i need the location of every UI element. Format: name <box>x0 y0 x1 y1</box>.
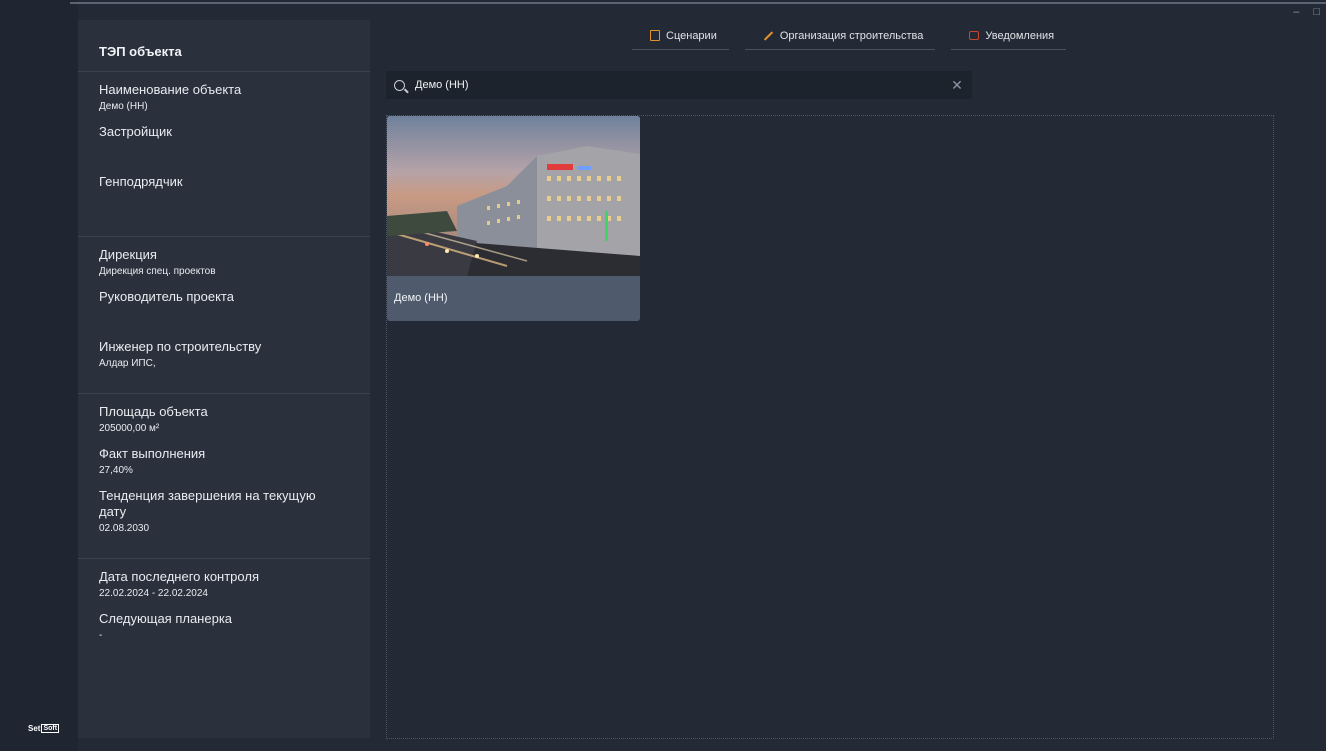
field-value: Демо (НН) <box>99 101 148 112</box>
field-value: 27,40% <box>99 465 133 476</box>
tab-label: Сценарии <box>666 29 717 42</box>
top-tabs: Сценарии Организация строительства Уведо… <box>632 22 1067 50</box>
section-object: Наименование объекта Демо (НН) Застройщи… <box>78 72 370 237</box>
minimize-button[interactable]: – <box>1293 6 1299 18</box>
section-management: Дирекция Дирекция спец. проектов Руковод… <box>78 237 370 394</box>
maximize-button[interactable]: □ <box>1313 6 1320 18</box>
project-info-sidebar: ТЭП объекта Наименование объекта Демо (Н… <box>78 20 370 738</box>
tab-label: Уведомления <box>985 29 1055 42</box>
projects-grid: Демо (НН) <box>386 115 1274 739</box>
building-photo-illustration <box>387 116 640 276</box>
field-completion-trend: Тенденция завершения на текущую дату 02.… <box>99 488 334 536</box>
tab-construction-organization[interactable]: Организация строительства <box>744 22 936 50</box>
section-progress: Площадь объекта 205000,00 м² Факт выполн… <box>78 394 370 559</box>
field-label: Генподрядчик <box>99 174 183 189</box>
tab-label: Организация строительства <box>779 29 924 42</box>
logo-text: Set <box>28 724 41 733</box>
search-icon <box>394 79 405 91</box>
search-bar: ✕ <box>386 71 972 99</box>
top-divider <box>70 2 1326 4</box>
field-project-manager: Руководитель проекта <box>99 289 370 329</box>
project-photo <box>387 116 640 276</box>
section-control: Дата последнего контроля 22.02.2024 - 22… <box>78 559 370 665</box>
sidebar-title: ТЭП объекта <box>78 20 370 72</box>
clipboard-icon <box>650 30 660 41</box>
logo-boxed-text: Soft <box>41 724 60 733</box>
field-completion-fact: Факт выполнения 27,40% <box>99 446 370 478</box>
field-value: 205000,00 м² <box>99 423 160 434</box>
field-label: Руководитель проекта <box>99 289 234 304</box>
clear-search-button[interactable]: ✕ <box>950 77 964 94</box>
setsoft-logo: Set Soft <box>28 724 60 733</box>
tab-scenarios[interactable]: Сценарии <box>632 22 729 50</box>
field-label: Следующая планерка <box>99 611 233 626</box>
search-input[interactable] <box>415 79 950 91</box>
field-directorate: Дирекция Дирекция спец. проектов <box>99 247 370 279</box>
field-next-meeting: Следующая планерка - <box>99 611 370 643</box>
field-label: Дата последнего контроля <box>99 569 259 584</box>
field-label: Застройщик <box>99 124 172 139</box>
field-value: Дирекция спец. проектов <box>99 266 216 277</box>
pencil-icon <box>763 30 773 41</box>
field-area: Площадь объекта 205000,00 м² <box>99 404 370 436</box>
notification-icon <box>969 31 980 40</box>
field-label: Тенденция завершения на текущую дату <box>99 488 316 519</box>
field-label: Факт выполнения <box>99 446 206 461</box>
project-card[interactable]: Демо (НН) <box>387 116 640 321</box>
window-controls: – □ <box>1293 6 1320 18</box>
field-construction-engineer: Инженер по строительству Алдар ИПС, <box>99 339 370 371</box>
field-general-contractor: Генподрядчик <box>99 174 370 214</box>
project-card-title: Демо (НН) <box>394 292 448 304</box>
field-value: 02.08.2030 <box>99 523 150 534</box>
field-value: 22.02.2024 - 22.02.2024 <box>99 588 208 599</box>
field-label: Площадь объекта <box>99 404 208 419</box>
tab-notifications[interactable]: Уведомления <box>951 22 1067 50</box>
field-label: Инженер по строительству <box>99 339 262 354</box>
field-value: - <box>99 630 103 641</box>
field-last-control-date: Дата последнего контроля 22.02.2024 - 22… <box>99 569 370 601</box>
field-value: Алдар ИПС, <box>99 358 156 369</box>
left-rail: Set Soft <box>0 0 78 751</box>
field-label: Наименование объекта <box>99 82 242 97</box>
field-object-name: Наименование объекта Демо (НН) <box>99 82 370 114</box>
field-developer: Застройщик <box>99 124 370 164</box>
field-label: Дирекция <box>99 247 157 262</box>
